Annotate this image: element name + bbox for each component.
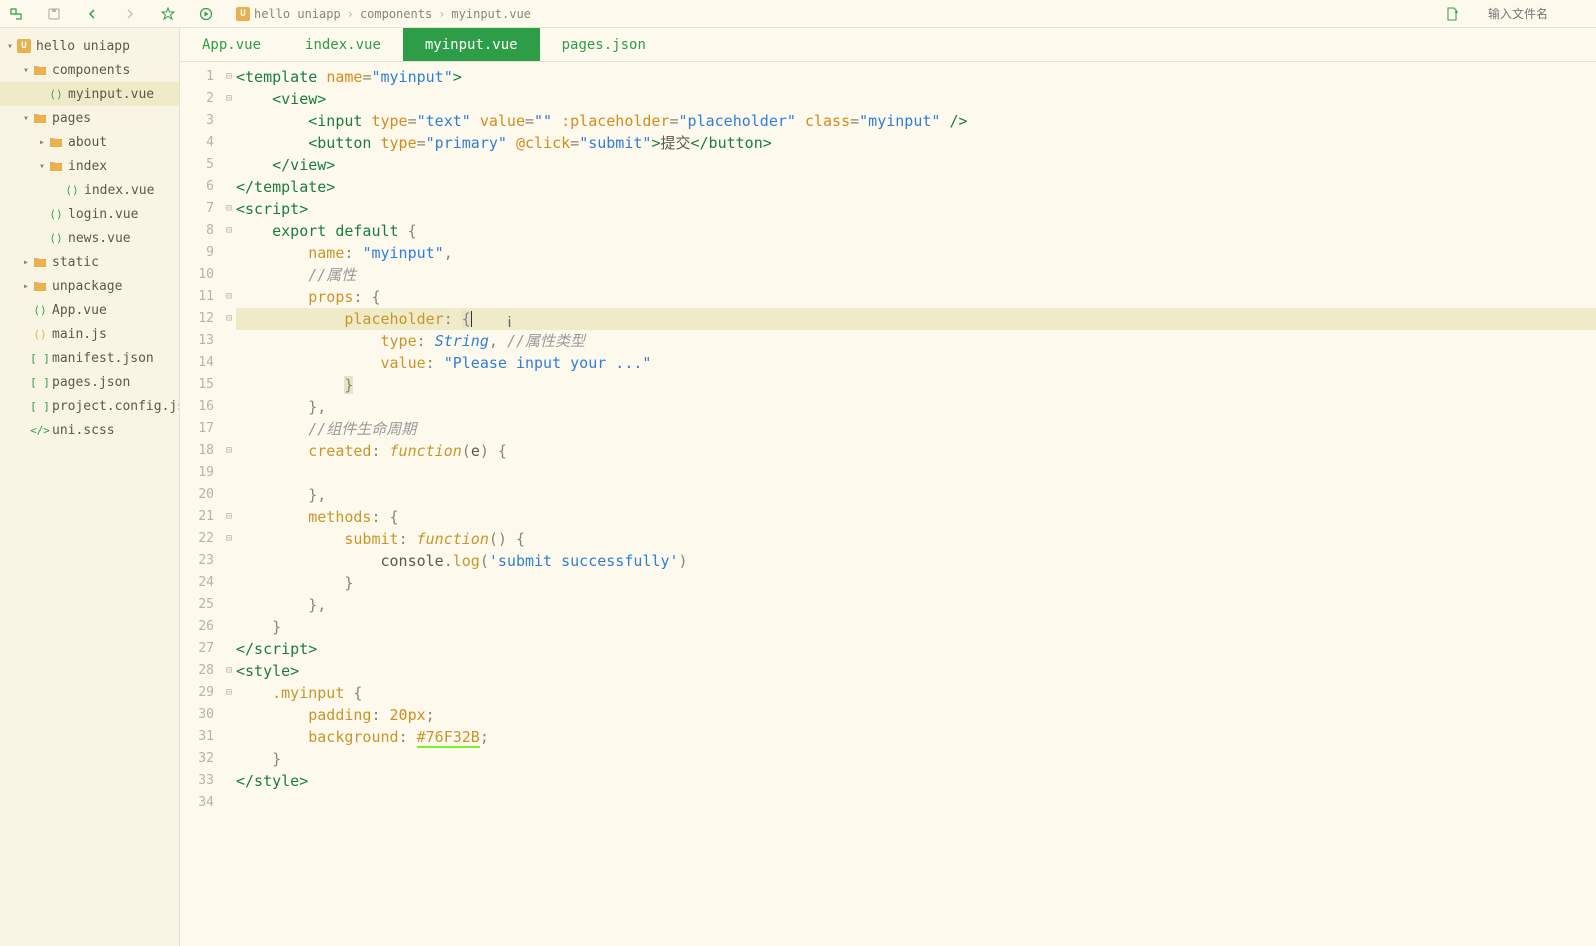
vue-file-icon: ⟨⟩ bbox=[64, 182, 80, 198]
folder-icon bbox=[32, 254, 48, 270]
tree-label: static bbox=[52, 255, 99, 270]
tree-folder-pages[interactable]: ▾ pages bbox=[0, 106, 179, 130]
tree-label: about bbox=[68, 135, 107, 150]
file-explorer: ▾ U hello uniapp ▾ components ⟨⟩ myinput… bbox=[0, 28, 180, 946]
filename-search-input[interactable] bbox=[1488, 7, 1588, 21]
tab-app-vue[interactable]: App.vue bbox=[180, 28, 283, 61]
scss-file-icon: </> bbox=[32, 422, 48, 438]
tree-file-proj-cfg[interactable]: [ ] project.config.json bbox=[0, 394, 179, 418]
tree-label: pages.json bbox=[52, 375, 130, 390]
chevron-down-icon[interactable]: ▾ bbox=[36, 161, 48, 172]
text-cursor-icon: Ꭵ bbox=[508, 311, 509, 327]
tree-label: index.vue bbox=[84, 183, 154, 198]
menu-icon[interactable] bbox=[8, 6, 24, 22]
tree-label: news.vue bbox=[68, 231, 131, 246]
save-icon[interactable] bbox=[46, 6, 62, 22]
tree-file-manifest[interactable]: [ ] manifest.json bbox=[0, 346, 179, 370]
tree-file-login[interactable]: ⟨⟩ login.vue bbox=[0, 202, 179, 226]
vue-file-icon: ⟨⟩ bbox=[48, 206, 64, 222]
tree-file-myinput[interactable]: ⟨⟩ myinput.vue bbox=[0, 82, 179, 106]
json-file-icon: [ ] bbox=[32, 350, 48, 366]
fold-gutter[interactable]: ⊟⊟⊟⊟ ⊟⊟⊟ ⊟⊟⊟⊟ bbox=[222, 62, 236, 946]
tree-file-uni-scss[interactable]: </> uni.scss bbox=[0, 418, 179, 442]
toolbar: U hello uniapp › components › myinput.vu… bbox=[0, 0, 1596, 28]
tree-folder-static[interactable]: ▸ static bbox=[0, 250, 179, 274]
tree-label: components bbox=[52, 63, 130, 78]
tree-file-main-js[interactable]: ⟨⟩ main.js bbox=[0, 322, 179, 346]
tree-folder-index[interactable]: ▾ index bbox=[0, 154, 179, 178]
breadcrumb-project[interactable]: U hello uniapp bbox=[236, 7, 341, 21]
code-content[interactable]: <template name="myinput"> <view> <input … bbox=[236, 62, 1596, 946]
back-icon[interactable] bbox=[84, 6, 100, 22]
code-editor[interactable]: 12345678910 11121314151617181920 2122232… bbox=[180, 62, 1596, 946]
tree-label: uni.scss bbox=[52, 423, 115, 438]
editor-tabs: App.vue index.vue myinput.vue pages.json bbox=[180, 28, 1596, 62]
chevron-right-icon[interactable]: ▸ bbox=[20, 281, 32, 292]
tree-folder-about[interactable]: ▸ about bbox=[0, 130, 179, 154]
tree-folder-components[interactable]: ▾ components bbox=[0, 58, 179, 82]
folder-icon bbox=[32, 278, 48, 294]
vue-file-icon: ⟨⟩ bbox=[48, 86, 64, 102]
folder-icon bbox=[32, 110, 48, 126]
tree-file-pages-json[interactable]: [ ] pages.json bbox=[0, 370, 179, 394]
tree-label: main.js bbox=[52, 327, 107, 342]
folder-icon bbox=[48, 158, 64, 174]
tree-folder-unpackage[interactable]: ▸ unpackage bbox=[0, 274, 179, 298]
breadcrumb-label: hello uniapp bbox=[254, 7, 341, 21]
chevron-right-icon: › bbox=[438, 7, 445, 21]
folder-icon bbox=[48, 134, 64, 150]
forward-icon[interactable] bbox=[122, 6, 138, 22]
tree-label: myinput.vue bbox=[68, 87, 154, 102]
new-file-icon[interactable] bbox=[1444, 6, 1460, 22]
tree-label: hello uniapp bbox=[36, 39, 130, 54]
tree-label: index bbox=[68, 159, 107, 174]
js-file-icon: ⟨⟩ bbox=[32, 326, 48, 342]
chevron-right-icon[interactable]: ▸ bbox=[20, 257, 32, 268]
tree-label: unpackage bbox=[52, 279, 122, 294]
tree-label: App.vue bbox=[52, 303, 107, 318]
chevron-down-icon[interactable]: ▾ bbox=[4, 41, 16, 52]
star-icon[interactable] bbox=[160, 6, 176, 22]
json-file-icon: [ ] bbox=[32, 398, 48, 414]
tree-label: login.vue bbox=[68, 207, 138, 222]
project-icon: U bbox=[236, 7, 250, 21]
chevron-down-icon[interactable]: ▾ bbox=[20, 65, 32, 76]
tab-index-vue[interactable]: index.vue bbox=[283, 28, 403, 61]
chevron-right-icon[interactable]: ▸ bbox=[36, 137, 48, 148]
tree-file-app-vue[interactable]: ⟨⟩ App.vue bbox=[0, 298, 179, 322]
chevron-down-icon[interactable]: ▾ bbox=[20, 113, 32, 124]
tree-file-index-vue[interactable]: ⟨⟩ index.vue bbox=[0, 178, 179, 202]
breadcrumb-item[interactable]: components bbox=[360, 7, 432, 21]
tab-pages-json[interactable]: pages.json bbox=[540, 28, 668, 61]
folder-icon bbox=[32, 62, 48, 78]
run-icon[interactable] bbox=[198, 6, 214, 22]
tree-label: manifest.json bbox=[52, 351, 154, 366]
project-icon: U bbox=[16, 38, 32, 54]
chevron-right-icon: › bbox=[347, 7, 354, 21]
line-numbers: 12345678910 11121314151617181920 2122232… bbox=[180, 62, 222, 946]
vue-file-icon: ⟨⟩ bbox=[48, 230, 64, 246]
tree-project[interactable]: ▾ U hello uniapp bbox=[0, 34, 179, 58]
breadcrumb-item[interactable]: myinput.vue bbox=[451, 7, 530, 21]
tree-label: project.config.json bbox=[52, 399, 180, 414]
tab-myinput-vue[interactable]: myinput.vue bbox=[403, 28, 540, 61]
tree-label: pages bbox=[52, 111, 91, 126]
breadcrumb: U hello uniapp › components › myinput.vu… bbox=[236, 7, 531, 21]
tree-file-news[interactable]: ⟨⟩ news.vue bbox=[0, 226, 179, 250]
vue-file-icon: ⟨⟩ bbox=[32, 302, 48, 318]
json-file-icon: [ ] bbox=[32, 374, 48, 390]
